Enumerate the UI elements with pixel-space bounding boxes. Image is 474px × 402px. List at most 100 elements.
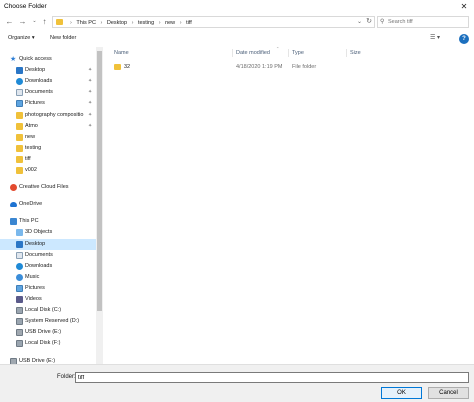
folder-icon	[114, 64, 121, 70]
sidebar-item[interactable]: 3D Objects	[0, 227, 96, 238]
sidebar-item-label: Quick access	[19, 56, 52, 62]
column-header-type[interactable]: Type	[292, 49, 304, 57]
new-folder-button[interactable]: New folder	[50, 34, 76, 43]
sidebar-item-label: System Reserved (D:)	[25, 318, 80, 325]
pictures-icon	[16, 100, 23, 108]
address-bar[interactable]: › This PC › Desktop › testing › new › ti…	[52, 16, 375, 28]
pin-icon: ✦	[88, 122, 93, 129]
file-list[interactable]: ⌃ Name Date modified Type Size 32 4/18/2…	[104, 46, 474, 364]
sidebar-item-label: Atmo	[25, 122, 38, 129]
sidebar-item-label: Creative Cloud Files	[19, 184, 69, 191]
pin-icon: ✦	[88, 100, 93, 107]
scrollbar-thumb[interactable]	[97, 51, 102, 311]
sidebar-item[interactable]: Desktop ✦	[0, 65, 96, 76]
sidebar-item[interactable]: USB Drive (E:)	[0, 327, 96, 338]
drive-icon	[16, 340, 23, 348]
sidebar-item[interactable]: testing	[0, 143, 96, 154]
sidebar-item-label: testing	[25, 144, 42, 151]
search-icon: ⚲	[380, 19, 385, 25]
column-divider[interactable]	[288, 49, 289, 57]
table-row[interactable]: 32 4/18/2020 1:19 PM File folder	[110, 62, 350, 72]
up-arrow-icon[interactable]: ↑	[39, 16, 50, 27]
breadcrumb-separator: ›	[70, 20, 72, 26]
sidebar-item[interactable]: v002	[0, 165, 96, 176]
breadcrumb-this-pc[interactable]: This PC	[76, 19, 96, 27]
pin-icon: ✦	[88, 89, 93, 96]
star-icon: ★	[10, 56, 17, 63]
breadcrumb-tiff[interactable]: tiff	[186, 19, 192, 27]
pin-icon: ✦	[88, 67, 93, 74]
sidebar-item[interactable]: Documents ✦	[0, 87, 96, 98]
navigation-pane[interactable]: ★ Quick access Desktop ✦ Downloads ✦ Documents…	[0, 47, 103, 364]
sidebar-item-label: OneDrive	[19, 201, 43, 208]
breadcrumb-testing[interactable]: testing	[138, 19, 154, 27]
sidebar-item[interactable]: Desktop	[0, 238, 96, 250]
view-options-icon[interactable]: ☰ ▾	[430, 34, 440, 43]
close-icon[interactable]: ✕	[458, 1, 470, 13]
breadcrumb-new[interactable]: new	[165, 19, 175, 27]
sidebar-item[interactable]: tiff	[0, 154, 96, 165]
back-arrow-icon[interactable]: ←	[4, 16, 15, 27]
forward-arrow-icon[interactable]: →	[17, 16, 28, 27]
search-input[interactable]	[388, 18, 466, 26]
downloads-icon	[16, 78, 23, 86]
column-divider[interactable]	[232, 49, 233, 57]
documents-icon	[16, 251, 23, 259]
pin-icon: ✦	[88, 78, 93, 85]
organize-button[interactable]: Organize ▾	[8, 34, 35, 43]
this-pc-icon	[10, 218, 17, 226]
ok-button[interactable]: OK	[381, 387, 422, 399]
navigation-scrollbar[interactable]	[96, 47, 103, 364]
sidebar-item-label: v002	[25, 167, 37, 173]
drive-icon	[16, 307, 23, 315]
sidebar-item[interactable]: Documents	[0, 250, 96, 261]
cancel-button[interactable]: Cancel	[428, 387, 469, 399]
sidebar-item[interactable]: Atmo ✦	[0, 121, 96, 132]
sidebar-item[interactable]: Pictures	[0, 283, 96, 294]
column-divider[interactable]	[346, 49, 347, 57]
row-name: 32	[124, 64, 131, 70]
sidebar-item[interactable]: Creative Cloud Files	[0, 182, 96, 193]
column-header-date-modified[interactable]: Date modified	[236, 49, 270, 57]
videos-icon	[16, 296, 23, 303]
sidebar-item[interactable]: Videos	[0, 294, 96, 305]
pictures-icon	[16, 284, 23, 292]
sidebar-item[interactable]: photography compositio ✦	[0, 110, 96, 121]
sidebar-item-label: Documents	[25, 89, 53, 96]
help-icon[interactable]: ?	[459, 34, 469, 44]
refresh-icon[interactable]: ↻	[366, 17, 372, 27]
downloads-icon	[16, 262, 23, 270]
sidebar-item[interactable]: Downloads	[0, 261, 96, 272]
folder-name-input[interactable]	[75, 372, 469, 383]
sidebar-item[interactable]: Music	[0, 272, 96, 283]
sidebar-item[interactable]: Downloads ✦	[0, 76, 96, 87]
title-bar: Choose Folder ✕	[0, 0, 474, 14]
sidebar-item[interactable]: System Reserved (D:)	[0, 316, 96, 327]
sidebar-item-label: Pictures	[25, 284, 45, 291]
music-icon	[16, 273, 23, 281]
row-type: File folder	[292, 64, 317, 70]
column-header-name[interactable]: Name	[114, 49, 129, 57]
pin-icon: ✦	[88, 111, 93, 118]
usb-drive-icon	[16, 329, 23, 337]
sidebar-item-label: Documents	[25, 251, 53, 258]
sidebar-item[interactable]: USB Drive (E:)	[0, 356, 96, 364]
sidebar-item-label: Downloads	[25, 262, 53, 269]
dialog-footer: Folder: OK Cancel	[0, 364, 474, 402]
sidebar-item-label: USB Drive (E:)	[25, 329, 62, 336]
sidebar-item-label: Videos	[25, 296, 42, 302]
sidebar-item[interactable]: Local Disk (C:)	[0, 305, 96, 316]
sidebar-item[interactable]: ★ Quick access	[0, 54, 96, 65]
sidebar-item[interactable]: Pictures ✦	[0, 98, 96, 109]
sidebar-item[interactable]: This PC	[0, 216, 96, 227]
onedrive-icon	[10, 202, 17, 208]
sidebar-item[interactable]: Local Disk (F:)	[0, 338, 96, 349]
folder-label: Folder:	[57, 374, 76, 380]
breadcrumb-desktop[interactable]: Desktop	[107, 19, 127, 27]
address-dropdown-icon[interactable]: ⌄	[357, 17, 362, 27]
sidebar-item[interactable]: OneDrive	[0, 199, 96, 210]
sidebar-item[interactable]: new	[0, 132, 96, 143]
desktop-icon	[16, 67, 23, 75]
search-box[interactable]: ⚲	[377, 16, 469, 28]
column-header-size[interactable]: Size	[350, 49, 361, 57]
